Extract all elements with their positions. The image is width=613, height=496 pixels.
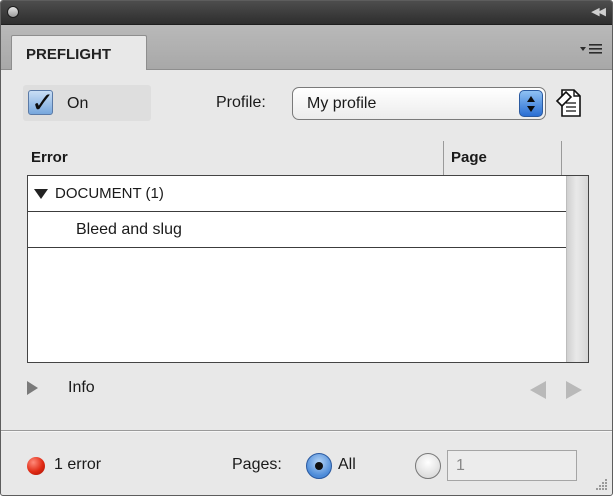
error-status-icon [27, 457, 45, 475]
on-checkbox[interactable]: ✓ [28, 86, 54, 119]
scrollbar[interactable] [566, 176, 588, 362]
select-arrows-icon[interactable] [519, 90, 543, 117]
panel-menu-icon[interactable] [580, 43, 602, 55]
pages-all-radio[interactable] [306, 453, 332, 479]
pages-range-radio[interactable] [415, 453, 441, 479]
page-range-value: 1 [456, 457, 465, 474]
list-group-document[interactable]: DOCUMENT (1) [28, 176, 566, 212]
page-range-input[interactable]: 1 [447, 450, 577, 481]
group-label: DOCUMENT (1) [55, 185, 164, 202]
arrow-left-icon[interactable] [530, 381, 546, 399]
error-count[interactable]: 1 error [54, 456, 101, 474]
arrow-right-icon[interactable] [566, 381, 582, 399]
preflight-panel: ◀◀ PREFLIGHT ✓ On Profile: My profile Er… [0, 0, 613, 496]
profile-document-icon[interactable] [554, 87, 584, 119]
list-item[interactable]: Bleed and slug [28, 212, 566, 248]
column-header-error[interactable]: Error [31, 149, 68, 166]
error-list: DOCUMENT (1) Bleed and slug [27, 175, 589, 363]
on-toggle[interactable]: ✓ On [23, 85, 151, 121]
profile-label: Profile: [216, 94, 266, 111]
tab-preflight[interactable]: PREFLIGHT [11, 35, 147, 70]
tab-label: PREFLIGHT [26, 46, 111, 63]
tab-bar: PREFLIGHT [1, 25, 612, 70]
close-icon[interactable] [7, 6, 19, 18]
on-label: On [67, 95, 89, 112]
triangle-right-icon[interactable] [27, 381, 38, 395]
panel-titlebar: ◀◀ [1, 1, 612, 25]
table-header: Error Page [27, 139, 587, 175]
error-item-label: Bleed and slug [76, 221, 182, 238]
profile-select[interactable]: My profile [292, 87, 546, 120]
checkmark-icon: ✓ [31, 86, 55, 119]
column-header-page[interactable]: Page [451, 149, 487, 166]
column-divider [561, 141, 562, 175]
pages-all-label: All [338, 456, 356, 473]
divider [1, 430, 612, 432]
pages-label: Pages: [232, 456, 282, 473]
info-label[interactable]: Info [68, 379, 95, 397]
resize-grip-icon[interactable] [594, 477, 608, 491]
profile-select-value: My profile [307, 95, 377, 112]
column-divider [443, 141, 444, 175]
double-chevron-left-icon[interactable]: ◀◀ [591, 5, 606, 18]
triangle-down-icon[interactable] [34, 189, 48, 199]
